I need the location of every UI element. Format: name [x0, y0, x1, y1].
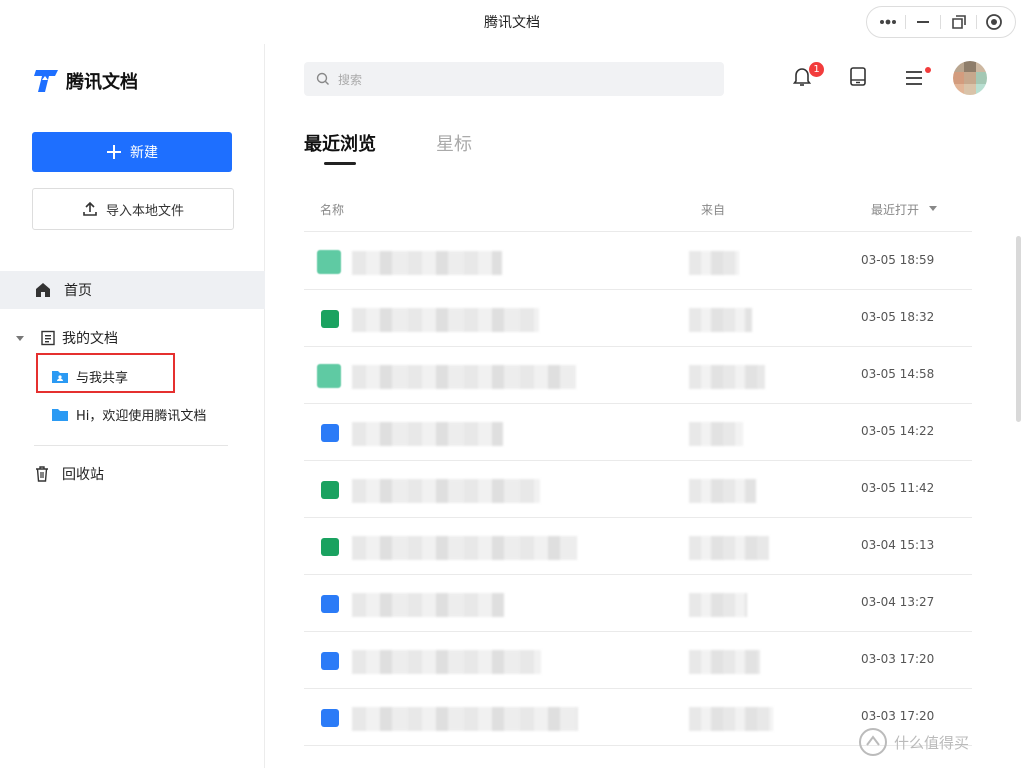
menu-icon[interactable] [905, 70, 923, 86]
new-button[interactable]: 新建 [32, 132, 232, 172]
table-row[interactable]: 03-05 14:22 [304, 404, 972, 461]
sidebar-item-label: Hi，欢迎使用腾讯文档 [76, 408, 207, 424]
file-source-blurred [689, 536, 769, 560]
column-header-name[interactable]: 名称 [320, 201, 344, 218]
file-source-blurred [689, 707, 773, 731]
file-name-blurred[interactable] [352, 251, 502, 275]
table-row[interactable]: 03-04 15:13 [304, 518, 972, 575]
doc-file-icon [321, 709, 339, 727]
minimize-icon[interactable] [911, 10, 935, 34]
table-row[interactable]: 03-05 11:42 [304, 461, 972, 518]
avatar[interactable] [953, 61, 987, 95]
sidebar-item-welcome[interactable]: Hi，欢迎使用腾讯文档 [52, 401, 206, 427]
sheet-file-icon [317, 364, 341, 388]
doc-file-icon [321, 424, 339, 442]
table-row[interactable]: 03-03 17:20 [304, 632, 972, 689]
annotation-highlight-box [36, 353, 175, 393]
window-controls [866, 6, 1016, 38]
file-name-blurred[interactable] [352, 365, 576, 389]
notification-badge: 1 [809, 62, 824, 77]
folder-icon [52, 409, 68, 421]
search-box[interactable]: 搜索 [304, 62, 724, 96]
tab-starred[interactable]: 星标 [436, 130, 472, 156]
sheet-file-icon [321, 481, 339, 499]
column-header-from[interactable]: 来自 [701, 201, 725, 218]
file-opened-time: 03-05 18:32 [861, 310, 935, 324]
file-source-blurred [689, 593, 747, 617]
table-row[interactable]: 03-05 18:32 [304, 290, 972, 347]
file-source-blurred [689, 422, 743, 446]
file-name-blurred[interactable] [352, 536, 577, 560]
file-opened-time: 03-05 18:59 [861, 253, 935, 267]
file-name-blurred[interactable] [352, 308, 539, 332]
sidebar-item-my-docs[interactable]: 我的文档 [0, 325, 265, 351]
table-row[interactable]: 03-05 18:59 [304, 233, 972, 290]
menu-notification-dot [925, 67, 931, 73]
sidebar-divider [34, 445, 228, 446]
file-opened-time: 03-05 14:58 [861, 367, 935, 381]
file-source-blurred [689, 365, 765, 389]
file-source-blurred [689, 650, 760, 674]
sidebar-item-label: 回收站 [62, 467, 104, 483]
file-opened-time: 03-03 17:20 [861, 652, 935, 666]
sidebar-item-label: 我的文档 [62, 331, 118, 347]
document-icon [41, 330, 55, 346]
file-name-blurred[interactable] [352, 422, 503, 446]
plus-icon [107, 145, 121, 159]
watermark-text: 什么值得买 [894, 733, 970, 752]
tab-recent[interactable]: 最近浏览 [304, 130, 376, 165]
doc-file-icon [321, 652, 339, 670]
watermark-logo-icon [859, 728, 887, 756]
file-opened-time: 03-03 17:20 [861, 709, 935, 723]
table-row[interactable]: 03-04 13:27 [304, 575, 972, 632]
file-opened-time: 03-04 13:27 [861, 595, 935, 609]
watermark: 什么值得买 [858, 727, 969, 757]
app-logo[interactable]: 腾讯文档 [32, 68, 138, 94]
file-source-blurred [689, 479, 756, 503]
sheet-file-icon [321, 538, 339, 556]
column-header-opened[interactable]: 最近打开 [871, 201, 919, 218]
table-row[interactable]: 03-05 14:58 [304, 347, 972, 404]
file-opened-time: 03-05 11:42 [861, 481, 935, 495]
home-icon [36, 283, 50, 297]
tab-bar: 最近浏览 星标 [304, 130, 472, 165]
file-name-blurred[interactable] [352, 593, 504, 617]
sidebar: 腾讯文档 新建 导入本地文件 首页 我的文档 与我共享 Hi，欢迎使用腾讯文档 … [0, 44, 265, 768]
file-opened-time: 03-04 15:13 [861, 538, 935, 552]
restore-icon[interactable] [947, 10, 971, 34]
scrollbar[interactable] [1016, 236, 1021, 422]
file-list: 03-05 18:59 03-05 18:32 03-05 14:58 03-05 1… [304, 233, 972, 746]
file-opened-time: 03-05 14:22 [861, 424, 935, 438]
tablet-icon[interactable] [849, 66, 867, 88]
file-source-blurred [689, 251, 739, 275]
search-placeholder: 搜索 [338, 72, 363, 87]
table-header: 名称 来自 最近打开 [304, 196, 972, 232]
import-local-file-button[interactable]: 导入本地文件 [32, 188, 234, 230]
title-bar: 腾讯文档 [0, 0, 1024, 44]
trash-icon [36, 466, 48, 482]
logo-text: 腾讯文档 [66, 72, 138, 93]
file-source-blurred [689, 308, 752, 332]
file-name-blurred[interactable] [352, 650, 541, 674]
sheet-file-icon [321, 310, 339, 328]
file-name-blurred[interactable] [352, 707, 578, 731]
logo-icon [34, 70, 58, 92]
caret-down-icon[interactable] [14, 332, 26, 344]
sidebar-item-home[interactable]: 首页 [0, 271, 265, 309]
more-icon[interactable] [876, 10, 900, 34]
sheet-file-icon [317, 250, 341, 274]
close-target-icon[interactable] [982, 10, 1006, 34]
sort-caret-icon[interactable] [928, 205, 938, 213]
search-icon [316, 72, 329, 85]
sidebar-item-label: 首页 [64, 283, 92, 299]
upload-icon [83, 201, 97, 216]
sidebar-item-trash[interactable]: 回收站 [34, 464, 104, 484]
new-button-label: 新建 [130, 145, 158, 161]
doc-file-icon [321, 595, 339, 613]
file-name-blurred[interactable] [352, 479, 540, 503]
import-button-label: 导入本地文件 [105, 203, 184, 219]
